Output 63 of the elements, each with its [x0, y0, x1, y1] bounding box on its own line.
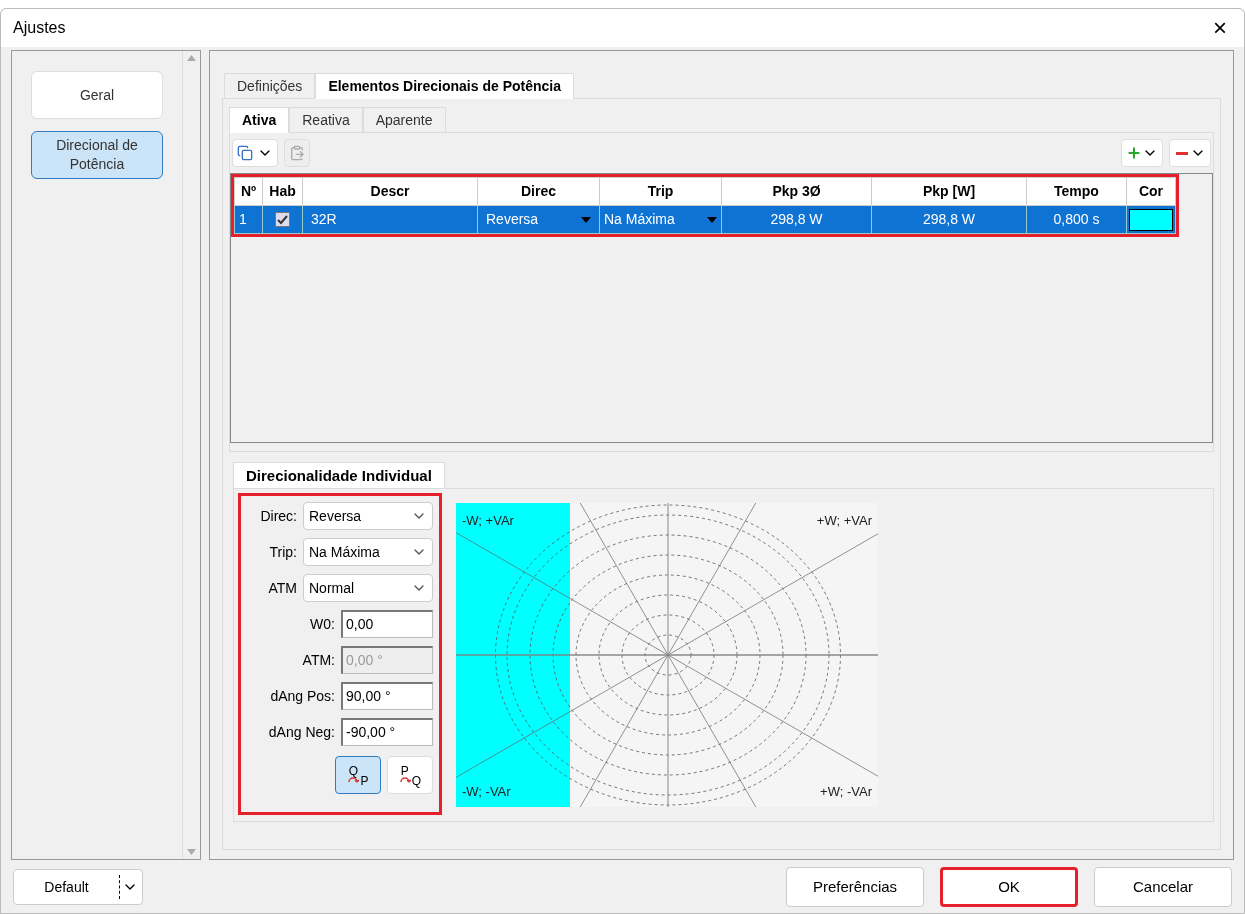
- column-header: Tempo: [1026, 177, 1127, 206]
- table-cell: 0,800 s: [1026, 205, 1127, 234]
- column-header: Trip: [599, 177, 722, 206]
- field-label: ATM:: [302, 650, 335, 670]
- column-header: Cor: [1126, 177, 1176, 206]
- column-header: Pkp 3Ø: [721, 177, 872, 206]
- column-header: Direc: [477, 177, 600, 206]
- add-dropdown-button[interactable]: [1121, 139, 1163, 167]
- field-label: Direc:: [260, 506, 297, 526]
- column-header: Pkp [W]: [871, 177, 1027, 206]
- sidebar-item[interactable]: Direcional de Potência: [31, 131, 163, 179]
- dialog-button[interactable]: OK: [940, 867, 1078, 907]
- remove-dropdown-button[interactable]: [1169, 139, 1211, 167]
- sidebar-item[interactable]: Geral: [31, 71, 163, 119]
- input-field[interactable]: 90,00 °: [341, 682, 433, 710]
- quadrant-label: -W; -VAr: [462, 782, 511, 801]
- tab[interactable]: Definições: [224, 73, 316, 99]
- input-field[interactable]: -90,00 °: [341, 718, 433, 746]
- paste-button[interactable]: [284, 139, 310, 167]
- quadrant-label: -W; +VAr: [462, 512, 514, 530]
- select-field[interactable]: Na Máxima: [303, 538, 433, 566]
- scroll-down-icon[interactable]: [187, 849, 196, 855]
- tab[interactable]: Ativa: [229, 107, 290, 133]
- quadrant-label: +W; -VAr: [820, 782, 872, 801]
- axis-orientation-button[interactable]: P Q: [387, 756, 433, 794]
- section-tab[interactable]: Direcionalidade Individual: [233, 462, 445, 488]
- checkbox[interactable]: [275, 212, 290, 227]
- axis-orientation-button[interactable]: Q P: [335, 756, 381, 794]
- minus-icon: [1176, 151, 1188, 155]
- field-label: W0:: [310, 614, 335, 634]
- check-icon: [277, 214, 288, 225]
- field-label: dAng Neg:: [268, 722, 335, 742]
- preset-dropdown-button[interactable]: Default: [13, 869, 143, 905]
- plus-icon: [1126, 145, 1142, 161]
- field-label: dAng Pos:: [270, 686, 335, 706]
- dialog-button[interactable]: Preferências: [786, 867, 924, 907]
- field-label: Trip:: [269, 542, 297, 562]
- select-field[interactable]: Reversa: [303, 502, 433, 530]
- close-button[interactable]: ×: [1204, 12, 1236, 44]
- table-cell: 298,8 W: [721, 205, 872, 234]
- column-header: Descr: [302, 177, 478, 206]
- caret-icon: [581, 216, 591, 223]
- quadrant-label: +W; +VAr: [816, 512, 872, 530]
- dialog-button[interactable]: Cancelar: [1094, 867, 1232, 907]
- table-cell: 298,8 W: [871, 205, 1027, 234]
- caret-icon: [707, 216, 717, 223]
- table-row[interactable]: 1 32R Reversa Na Máxima 298,8 W 298,8 W 0,800 s: [234, 205, 1176, 234]
- scroll-up-icon[interactable]: [187, 55, 196, 61]
- tab[interactable]: Elementos Direcionais de Potência: [315, 73, 574, 99]
- field-label: ATM: [268, 578, 297, 598]
- select-field[interactable]: Normal: [303, 574, 433, 602]
- tab[interactable]: Aparente: [362, 107, 446, 133]
- input-field[interactable]: 0,00: [341, 610, 433, 638]
- window-title: Ajustes: [13, 18, 66, 38]
- paste-icon: [289, 145, 305, 161]
- table-cell: 1: [234, 205, 263, 234]
- tab[interactable]: Reativa: [289, 107, 363, 133]
- column-header: Hab: [262, 177, 303, 206]
- copy-icon: [237, 145, 253, 161]
- table-cell: 32R: [302, 205, 478, 234]
- color-swatch[interactable]: [1129, 208, 1173, 231]
- copy-dropdown-button[interactable]: [232, 139, 278, 167]
- column-header: Nº: [234, 177, 263, 206]
